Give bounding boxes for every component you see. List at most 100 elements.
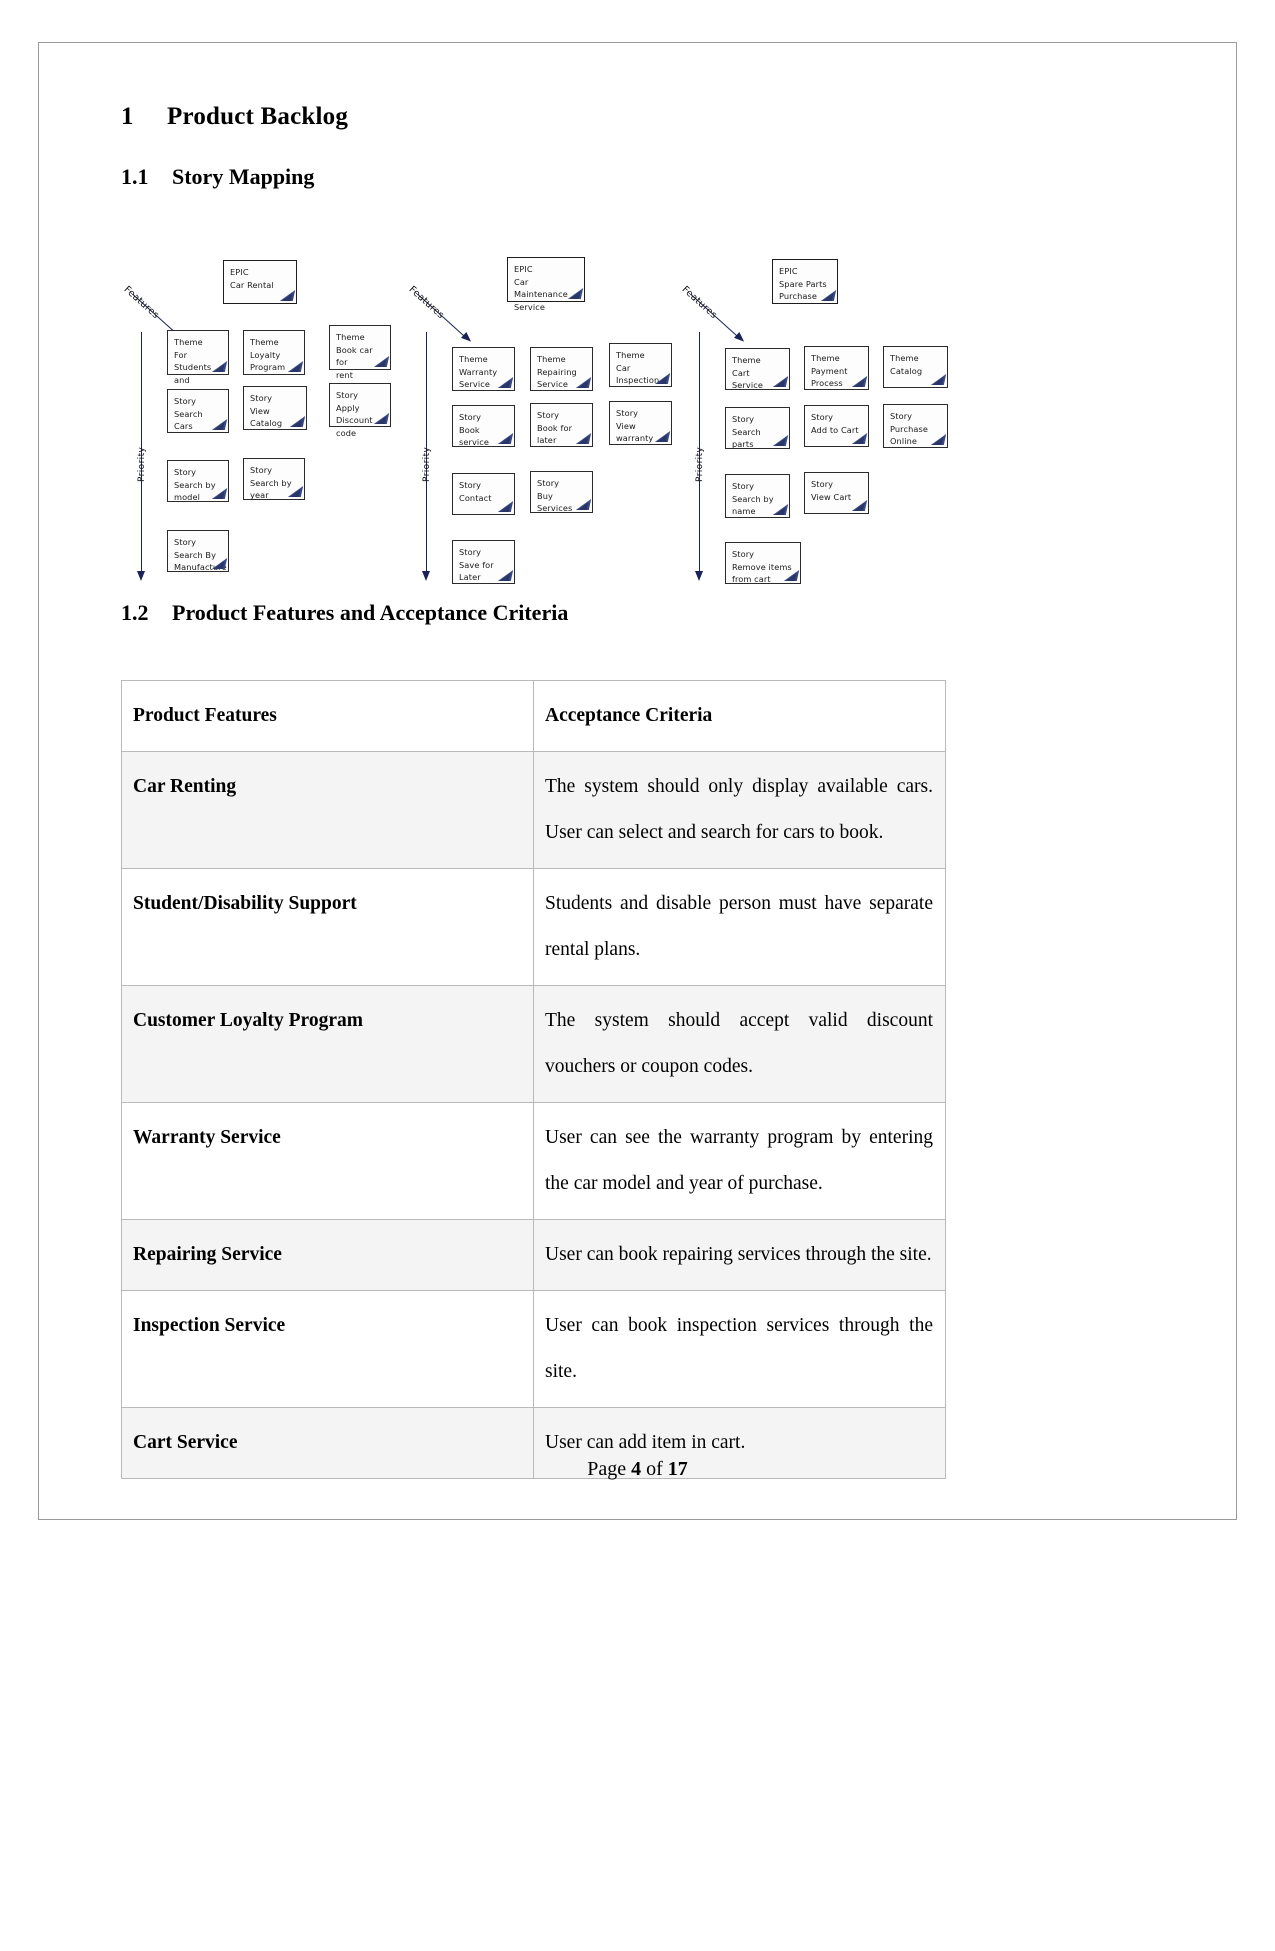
- story-card: Story Book service: [452, 405, 515, 447]
- story-card: Story View Cart: [804, 472, 869, 514]
- story-card: Story Buy Services: [530, 471, 593, 513]
- story-card: Story View Catalog: [243, 386, 307, 430]
- feature-criteria: Students and disable person must have se…: [533, 868, 946, 986]
- theme-card: Theme For Students and disable: [167, 330, 229, 397]
- story-card: Story Search by year: [243, 458, 305, 500]
- fold-corner-icon: [211, 361, 228, 372]
- story-card: Story Add to Cart: [804, 405, 869, 447]
- heading-text-12: Product Features and Acceptance Criteria: [172, 600, 569, 625]
- priority-axis-label-1: Priority: [137, 446, 147, 482]
- fold-corner-icon: [654, 373, 671, 384]
- product-features-table: Product Features Acceptance Criteria Car…: [121, 680, 946, 1479]
- theme-card: Theme Loyalty Program: [243, 330, 305, 375]
- story-card: Story Search By Manufacture: [167, 530, 229, 572]
- story-card: Story Search parts: [725, 407, 790, 449]
- epic-card-car-rental: EPIC Car Rental: [223, 260, 297, 304]
- page-footer: Page 4 of 17: [39, 1458, 1236, 1481]
- feature-name: Warranty Service: [121, 1102, 534, 1220]
- heading-number-1: 1: [121, 103, 134, 130]
- priority-axis-label-3: Priority: [695, 446, 705, 482]
- features-axis-label-1: Features: [121, 284, 162, 322]
- page-content: 1 Product Backlog 1.1 Story Mapping EPIC…: [121, 103, 1021, 1479]
- heading-number-12: 1.2: [121, 600, 149, 625]
- footer-page-number: 4: [631, 1458, 642, 1480]
- fold-corner-icon: [497, 570, 514, 581]
- feature-name: Student/Disability Support: [121, 868, 534, 986]
- fold-corner-icon: [287, 486, 304, 497]
- fold-corner-icon: [772, 376, 789, 387]
- fold-corner-icon: [783, 570, 800, 581]
- fold-corner-icon: [211, 488, 228, 499]
- features-axis-label-3: Features: [679, 284, 720, 322]
- story-map-diagram: EPIC Car Rental Features Priority Theme …: [121, 252, 1021, 592]
- fold-corner-icon: [497, 377, 514, 388]
- heading-product-features: 1.2 Product Features and Acceptance Crit…: [121, 600, 1021, 626]
- table-header-row: Product Features Acceptance Criteria: [121, 680, 946, 752]
- fold-corner-icon: [820, 290, 837, 301]
- story-card: Story Search by model: [167, 460, 229, 502]
- feature-criteria: The system should accept valid discount …: [533, 985, 946, 1103]
- heading-number-11: 1.1: [121, 164, 149, 189]
- heading-text-11: Story Mapping: [172, 164, 315, 189]
- feature-name: Inspection Service: [121, 1290, 534, 1408]
- fold-corner-icon: [497, 433, 514, 444]
- footer-total-pages: 17: [667, 1458, 688, 1480]
- fold-corner-icon: [373, 356, 390, 367]
- fold-corner-icon: [575, 433, 592, 444]
- footer-middle: of: [641, 1458, 668, 1480]
- document-page: 1 Product Backlog 1.1 Story Mapping EPIC…: [38, 42, 1237, 1520]
- feature-criteria: User can see the warranty program by ent…: [533, 1102, 946, 1220]
- theme-card: Theme Cart Service: [725, 348, 790, 390]
- epic-card-spare-parts: EPIC Spare Parts Purchase: [772, 259, 838, 304]
- fold-corner-icon: [575, 377, 592, 388]
- story-card: Story Book for later: [530, 403, 593, 447]
- story-card: Story Search by name: [725, 474, 790, 518]
- feature-criteria: User can book repairing services through…: [533, 1219, 946, 1291]
- fold-corner-icon: [930, 374, 947, 385]
- fold-corner-icon: [772, 504, 789, 515]
- theme-card: Theme Repairing Service: [530, 347, 593, 391]
- table-header-acceptance-criteria: Acceptance Criteria: [533, 680, 946, 752]
- table-row: Warranty Service User can see the warran…: [121, 1102, 946, 1220]
- story-card: Story Purchase Online: [883, 404, 948, 448]
- table-header-product-features: Product Features: [121, 680, 534, 752]
- theme-card: Theme Book car for rent: [329, 325, 391, 380]
- theme-card: Theme Warranty Service: [452, 347, 515, 391]
- fold-corner-icon: [930, 434, 947, 445]
- fold-corner-icon: [575, 499, 592, 510]
- table-row: Car Renting The system should only displ…: [121, 751, 946, 869]
- fold-corner-icon: [497, 501, 514, 512]
- theme-card: Theme Catalog: [883, 346, 948, 388]
- epic-card-car-maintenance: EPIC Car Maintenance Service: [507, 257, 585, 312]
- fold-corner-icon: [654, 431, 671, 442]
- table-row: Inspection Service User can book inspect…: [121, 1290, 946, 1408]
- feature-name: Car Renting: [121, 751, 534, 869]
- feature-criteria: The system should only display available…: [533, 751, 946, 869]
- fold-corner-icon: [211, 419, 228, 430]
- heading-text-1: Product Backlog: [167, 103, 349, 130]
- fold-corner-icon: [279, 290, 296, 301]
- fold-corner-icon: [851, 433, 868, 444]
- heading-product-backlog: 1 Product Backlog: [121, 103, 1021, 131]
- story-card: Story Apply Discount code: [329, 383, 391, 438]
- fold-corner-icon: [772, 435, 789, 446]
- features-axis-label-2: Features: [406, 284, 447, 322]
- feature-criteria: User can book inspection services throug…: [533, 1290, 946, 1408]
- table-row: Repairing Service User can book repairin…: [121, 1219, 946, 1291]
- story-card: Story Remove items from cart: [725, 542, 801, 584]
- story-card: Story Save for Later: [452, 540, 515, 584]
- fold-corner-icon: [373, 413, 390, 424]
- fold-corner-icon: [851, 500, 868, 511]
- table-row: Customer Loyalty Program The system shou…: [121, 985, 946, 1103]
- table-row: Student/Disability Support Students and …: [121, 868, 946, 986]
- feature-name: Customer Loyalty Program: [121, 985, 534, 1103]
- heading-story-mapping: 1.1 Story Mapping: [121, 164, 1021, 190]
- theme-card: Theme Payment Process: [804, 346, 869, 390]
- feature-name: Repairing Service: [121, 1219, 534, 1291]
- story-card: Story Contact: [452, 473, 515, 515]
- fold-corner-icon: [211, 558, 228, 569]
- fold-corner-icon: [287, 361, 304, 372]
- story-card: Story View warranty: [609, 401, 672, 445]
- fold-corner-icon: [851, 376, 868, 387]
- footer-prefix: Page: [587, 1458, 632, 1480]
